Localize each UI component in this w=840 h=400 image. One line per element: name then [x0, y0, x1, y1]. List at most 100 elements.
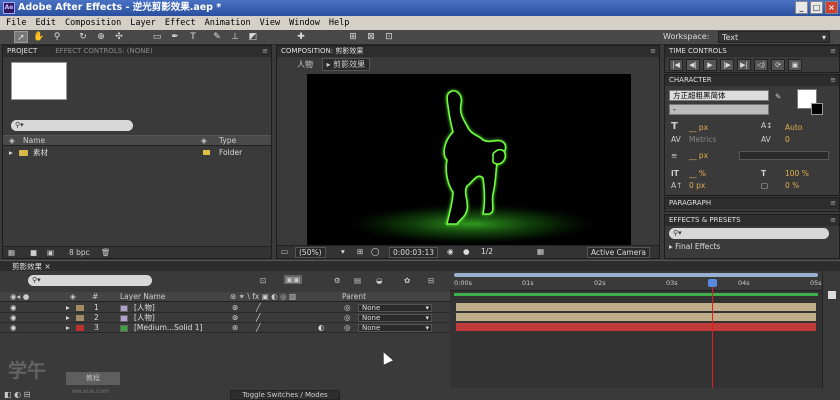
- panel-menu-icon[interactable]: ≡: [830, 75, 836, 86]
- shy-switch-icon[interactable]: ⊛: [232, 313, 238, 323]
- previous-frame-button[interactable]: ◀|: [686, 59, 700, 71]
- menu-view[interactable]: View: [260, 16, 280, 30]
- timeline-search-input[interactable]: ⚲▾: [28, 275, 152, 286]
- layer-row-1[interactable]: ◉ ▸ 1 [人物] ⊛ ╱ ◎ None: [0, 303, 450, 313]
- trash-icon[interactable]: 🗑: [101, 247, 111, 259]
- menu-effect[interactable]: Effect: [165, 16, 196, 30]
- pick-whip-icon[interactable]: ◎: [344, 323, 351, 333]
- layer-duration-bar-3[interactable]: [456, 323, 816, 331]
- expand-triangle-icon[interactable]: ▸: [66, 303, 70, 313]
- menu-file[interactable]: File: [6, 16, 26, 30]
- grid-icon[interactable]: ⊞: [357, 246, 363, 258]
- zoom-select[interactable]: (50%): [295, 247, 326, 258]
- type-tool-icon[interactable]: T: [186, 31, 200, 43]
- timeline-time-graph[interactable]: 0:00s 01s 02s 03s 04s 05s: [450, 271, 822, 388]
- menu-help[interactable]: Help: [329, 16, 349, 30]
- maximize-button[interactable]: □: [810, 1, 823, 14]
- current-time-field[interactable]: 0:00:03:13: [389, 247, 438, 258]
- brainstorm-icon[interactable]: ✿: [404, 276, 410, 285]
- ram-preview-button[interactable]: ▣: [788, 59, 802, 71]
- effects-item-row[interactable]: ▸ Final Effects: [669, 241, 829, 252]
- close-button[interactable]: ×: [825, 1, 838, 14]
- rectangle-tool-icon[interactable]: ▭: [150, 31, 164, 43]
- layer-duration-bar-1[interactable]: [456, 303, 816, 311]
- show-channel-icon[interactable]: ●: [463, 246, 470, 258]
- eyedropper-icon[interactable]: ✎: [775, 92, 781, 101]
- motion-blur-icon[interactable]: ◒: [376, 276, 383, 285]
- tsume-value[interactable]: 0 %: [785, 181, 799, 190]
- tab-paragraph[interactable]: PARAGRAPH: [669, 198, 711, 209]
- layer-label-color[interactable]: [76, 325, 84, 331]
- quality-switch-icon[interactable]: ╱: [256, 313, 261, 323]
- breadcrumb-parent[interactable]: 人物: [297, 60, 313, 69]
- parent-header[interactable]: Parent: [342, 292, 366, 302]
- video-visibility-icon[interactable]: ◉: [10, 303, 17, 313]
- mask-visibility-icon[interactable]: ◯: [371, 246, 379, 258]
- tracking-value[interactable]: 0: [785, 135, 790, 144]
- layer-name[interactable]: [Medium...Solid 1]: [134, 323, 202, 333]
- expand-triangle-icon[interactable]: ▸: [66, 323, 70, 333]
- zoom-tool-icon[interactable]: ⚲: [50, 31, 64, 43]
- resolution-select[interactable]: 1/2: [481, 246, 493, 258]
- region-of-interest-icon[interactable]: ▦: [537, 246, 544, 258]
- project-search-input[interactable]: ⚲▾: [11, 120, 133, 131]
- panel-menu-icon[interactable]: ≡: [650, 46, 656, 57]
- snapshot-icon[interactable]: ◉: [447, 246, 454, 258]
- shy-switch-icon[interactable]: ⊛: [232, 323, 238, 333]
- track-xy-tool-icon[interactable]: ✣: [112, 31, 126, 43]
- comp-mini-flowchart-icon[interactable]: ⊡: [260, 276, 266, 285]
- next-frame-button[interactable]: |▶: [720, 59, 734, 71]
- draft-3d-icon[interactable]: ▣▣: [284, 275, 303, 284]
- video-visibility-icon[interactable]: ◉: [10, 313, 17, 323]
- layer-label-color[interactable]: [76, 315, 84, 321]
- quality-switch-icon[interactable]: ╱: [256, 303, 261, 313]
- workspace-select[interactable]: Text: [718, 31, 830, 43]
- layer-row-3[interactable]: ◉ ▸ 3 [Medium...Solid 1] ⊛ ╱ ◐ ◎ None: [0, 323, 450, 333]
- tab-effects-presets[interactable]: EFFECTS & PRESETS: [669, 215, 741, 226]
- puppet-pin-tool-icon[interactable]: ✚: [294, 31, 308, 43]
- tab-composition[interactable]: COMPOSITION: 剪影效果: [281, 46, 363, 57]
- toggle-switches-modes-button[interactable]: Toggle Switches / Modes: [230, 390, 340, 400]
- selection-tool-icon[interactable]: ➚: [14, 31, 28, 43]
- layer-name-header[interactable]: Layer Name: [120, 292, 165, 302]
- parent-select[interactable]: None: [358, 314, 432, 322]
- expand-collapse-icon[interactable]: ◧ ◐ ⊟: [4, 390, 30, 399]
- brush-tool-icon[interactable]: ✎: [210, 31, 224, 43]
- vertical-scale-value[interactable]: __ %: [689, 169, 706, 178]
- rotation-tool-icon[interactable]: ↻: [76, 31, 90, 43]
- stroke-color-swatch[interactable]: [811, 103, 823, 115]
- minimize-button[interactable]: _: [795, 1, 808, 14]
- layer-duration-bar-2[interactable]: [456, 313, 816, 321]
- tab-project[interactable]: PROJECT: [7, 46, 37, 57]
- parent-select[interactable]: None: [358, 324, 432, 332]
- first-frame-button[interactable]: |◀: [669, 59, 683, 71]
- hand-tool-icon[interactable]: ✋: [32, 31, 46, 43]
- stroke-style-select[interactable]: [739, 151, 829, 160]
- layer-row-2[interactable]: ◉ ▸ 2 [人物] ⊛ ╱ ◎ None: [0, 313, 450, 323]
- column-type[interactable]: Type: [219, 136, 236, 146]
- leading-value[interactable]: Auto: [785, 123, 802, 132]
- breadcrumb-current[interactable]: ▸ 剪影效果: [321, 58, 371, 71]
- orbit-camera-tool-icon[interactable]: ⊕: [94, 31, 108, 43]
- menu-animation[interactable]: Animation: [205, 16, 251, 30]
- quality-switch-icon[interactable]: ╱: [256, 323, 261, 333]
- new-composition-icon[interactable]: ▣: [47, 247, 54, 259]
- expand-triangle-icon[interactable]: ▸: [66, 313, 70, 323]
- column-name[interactable]: Name: [23, 136, 45, 146]
- world-axis-icon[interactable]: ⊠: [364, 31, 378, 43]
- dropdown-chevron-icon[interactable]: ▾: [341, 246, 345, 258]
- layer-name[interactable]: [人物]: [134, 313, 155, 323]
- hide-shy-layers-icon[interactable]: ⚙: [334, 276, 341, 285]
- panel-menu-icon[interactable]: ≡: [262, 46, 268, 57]
- menu-composition[interactable]: Composition: [65, 16, 121, 30]
- layer-name[interactable]: [人物]: [134, 303, 155, 313]
- menu-window[interactable]: Window: [289, 16, 320, 30]
- panel-menu-icon[interactable]: ≡: [830, 46, 836, 57]
- kerning-value[interactable]: Metrics: [689, 135, 716, 144]
- pen-tool-icon[interactable]: ✒: [168, 31, 182, 43]
- pick-whip-icon[interactable]: ◎: [344, 303, 351, 313]
- graph-editor-icon[interactable]: ⊟: [428, 276, 434, 285]
- layer-label-color[interactable]: [76, 305, 84, 311]
- local-axis-icon[interactable]: ⊞: [346, 31, 360, 43]
- tab-character[interactable]: CHARACTER: [669, 75, 712, 86]
